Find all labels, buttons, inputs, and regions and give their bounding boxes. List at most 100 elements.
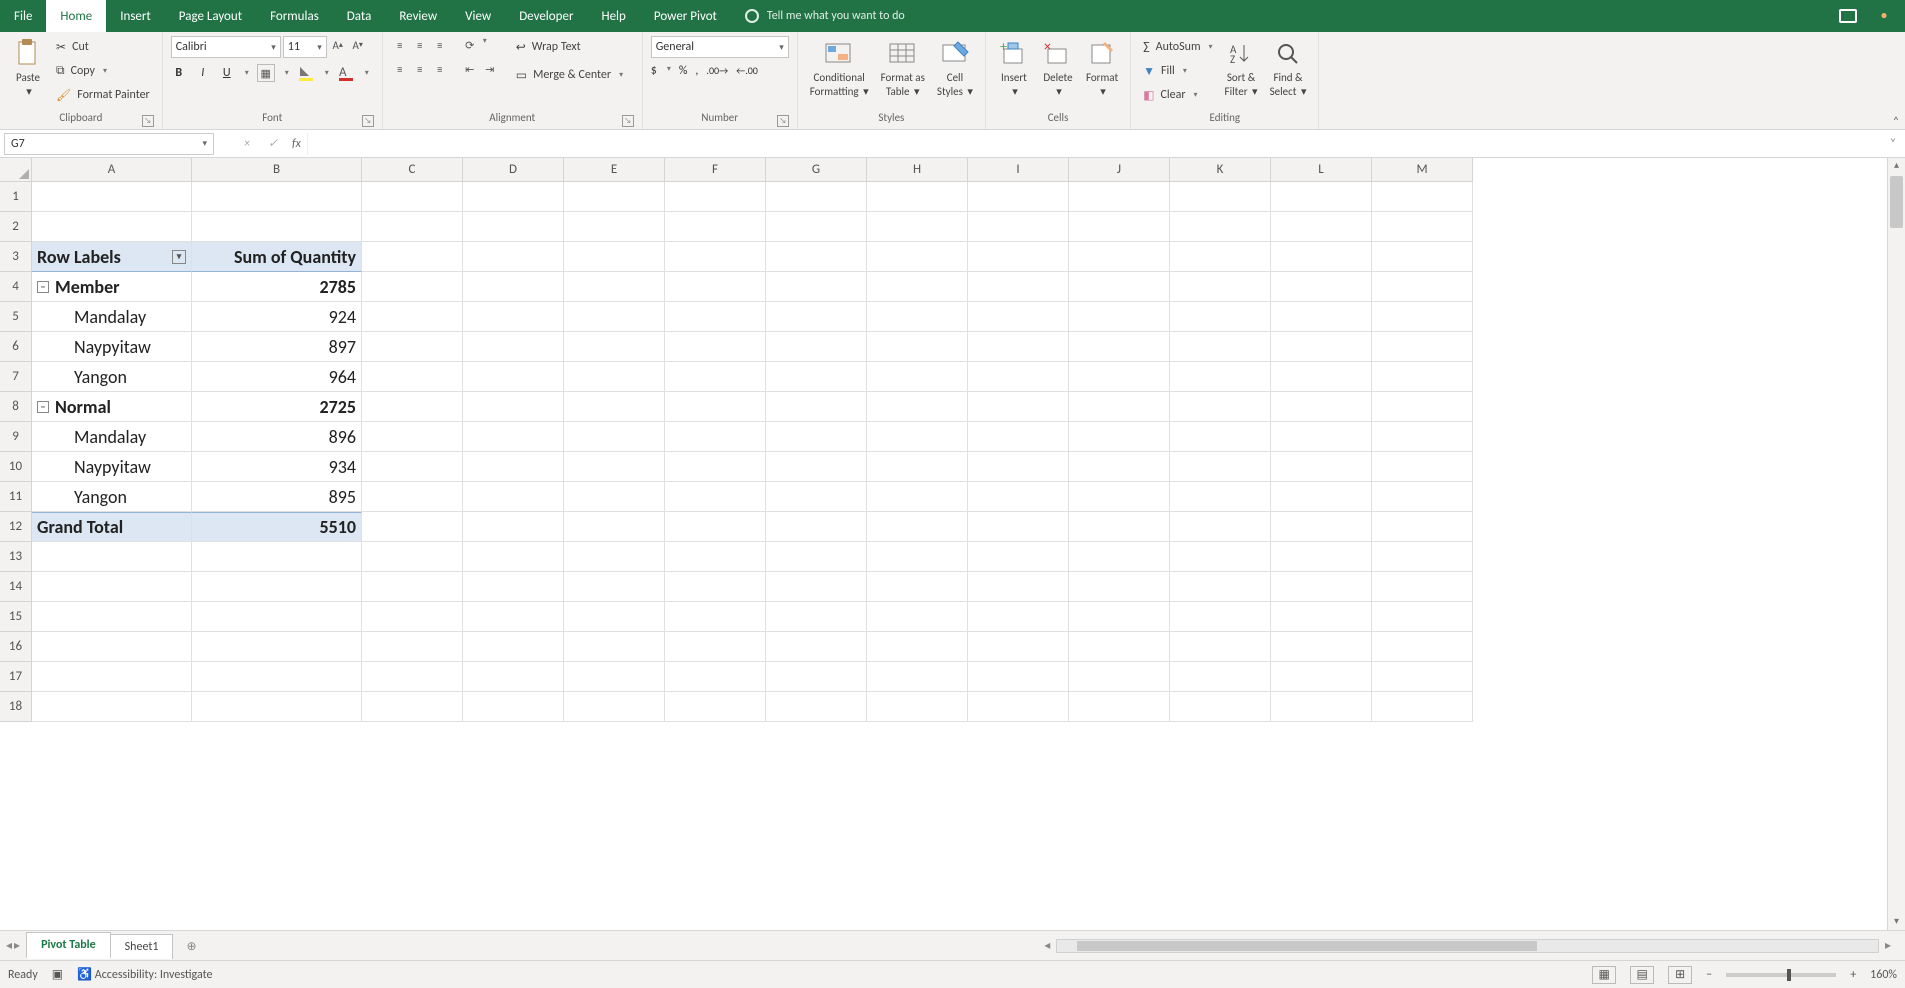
- new-sheet-button[interactable]: ⊕: [172, 934, 210, 959]
- cell[interactable]: [564, 242, 665, 272]
- col-header[interactable]: J: [1069, 158, 1170, 182]
- tab-view[interactable]: View: [451, 0, 505, 32]
- cell[interactable]: [192, 572, 362, 602]
- cell[interactable]: [1170, 392, 1271, 422]
- format-painter-button[interactable]: 🖌Format Painter: [52, 84, 154, 106]
- cell[interactable]: [1372, 482, 1473, 512]
- cell[interactable]: [1372, 212, 1473, 242]
- collapse-icon[interactable]: −: [37, 401, 49, 413]
- bold-button[interactable]: B: [171, 66, 187, 80]
- cell[interactable]: [1372, 542, 1473, 572]
- cell[interactable]: Naypyitaw: [32, 332, 192, 362]
- cell[interactable]: [867, 662, 968, 692]
- cell[interactable]: [766, 692, 867, 722]
- normal-view-icon[interactable]: ▦: [1592, 966, 1616, 984]
- alignment-dialog-icon[interactable]: ↘: [622, 115, 634, 127]
- cell[interactable]: [1271, 242, 1372, 272]
- cell[interactable]: [564, 362, 665, 392]
- cell[interactable]: [665, 422, 766, 452]
- cell[interactable]: [1372, 452, 1473, 482]
- cell[interactable]: [362, 242, 463, 272]
- row-header[interactable]: 6: [0, 332, 32, 362]
- cell[interactable]: [1170, 482, 1271, 512]
- cell[interactable]: [1170, 212, 1271, 242]
- cell[interactable]: [564, 452, 665, 482]
- cell[interactable]: Naypyitaw: [32, 452, 192, 482]
- paste-button[interactable]: Paste▾: [8, 36, 48, 100]
- fx-icon[interactable]: fx: [286, 137, 307, 151]
- cell[interactable]: [766, 272, 867, 302]
- zoom-in-icon[interactable]: +: [1850, 968, 1856, 982]
- cell[interactable]: [766, 602, 867, 632]
- cell[interactable]: [665, 572, 766, 602]
- row-header[interactable]: 2: [0, 212, 32, 242]
- cell[interactable]: [1170, 542, 1271, 572]
- cell[interactable]: [1271, 422, 1372, 452]
- cell[interactable]: [665, 392, 766, 422]
- cell[interactable]: [766, 632, 867, 662]
- cell[interactable]: [463, 302, 564, 332]
- cancel-formula-icon[interactable]: ×: [234, 137, 260, 151]
- cell[interactable]: [665, 302, 766, 332]
- cell[interactable]: 2725: [192, 392, 362, 422]
- cell[interactable]: [362, 602, 463, 632]
- cell[interactable]: [867, 512, 968, 542]
- cell[interactable]: [463, 242, 564, 272]
- cell[interactable]: [564, 482, 665, 512]
- horizontal-scrollbar[interactable]: ◂ ▸: [218, 938, 1897, 954]
- cell[interactable]: [564, 662, 665, 692]
- cell[interactable]: [968, 662, 1069, 692]
- cell[interactable]: [1271, 572, 1372, 602]
- cell[interactable]: [564, 212, 665, 242]
- cell[interactable]: [968, 212, 1069, 242]
- cell[interactable]: [1170, 632, 1271, 662]
- cell[interactable]: [1069, 692, 1170, 722]
- accounting-format-icon[interactable]: $: [651, 64, 657, 78]
- pivot-values-header[interactable]: Sum of Quantity: [192, 242, 362, 272]
- cell[interactable]: [32, 632, 192, 662]
- cell[interactable]: [32, 542, 192, 572]
- cell[interactable]: [362, 362, 463, 392]
- cell[interactable]: [1271, 302, 1372, 332]
- cell[interactable]: [867, 602, 968, 632]
- cell[interactable]: [1372, 572, 1473, 602]
- cell[interactable]: [564, 632, 665, 662]
- worksheet-grid[interactable]: A B C D E F G H I J K L M 1 2 3 Row Labe…: [0, 158, 1905, 930]
- cell[interactable]: [1069, 662, 1170, 692]
- cell[interactable]: [1069, 602, 1170, 632]
- cell[interactable]: [766, 212, 867, 242]
- tab-page-layout[interactable]: Page Layout: [165, 0, 256, 32]
- cell[interactable]: Yangon: [32, 482, 192, 512]
- number-dialog-icon[interactable]: ↘: [777, 115, 789, 127]
- cell[interactable]: [867, 482, 968, 512]
- cell[interactable]: [1372, 692, 1473, 722]
- cell[interactable]: Mandalay: [32, 422, 192, 452]
- clipboard-dialog-icon[interactable]: ↘: [142, 115, 154, 127]
- fill-color-button[interactable]: [297, 64, 315, 82]
- cell[interactable]: [463, 512, 564, 542]
- pivot-group-member[interactable]: −Member: [32, 272, 192, 302]
- cell[interactable]: [564, 512, 665, 542]
- row-header[interactable]: 16: [0, 632, 32, 662]
- cell[interactable]: [192, 662, 362, 692]
- cell[interactable]: [1170, 272, 1271, 302]
- cell[interactable]: [362, 182, 463, 212]
- cell[interactable]: [867, 392, 968, 422]
- cell[interactable]: [463, 692, 564, 722]
- cell[interactable]: [463, 272, 564, 302]
- autosum-button[interactable]: ∑AutoSum▾: [1139, 36, 1216, 58]
- row-header[interactable]: 13: [0, 542, 32, 572]
- cell[interactable]: [968, 572, 1069, 602]
- collapse-icon[interactable]: −: [37, 281, 49, 293]
- tab-home[interactable]: Home: [46, 0, 106, 32]
- cell[interactable]: [192, 632, 362, 662]
- sheet-nav-first-icon[interactable]: ◂: [6, 938, 12, 953]
- cell[interactable]: [32, 182, 192, 212]
- cell[interactable]: [766, 392, 867, 422]
- cell[interactable]: [463, 632, 564, 662]
- conditional-formatting-button[interactable]: ConditionalFormatting ▾: [806, 36, 873, 100]
- row-header[interactable]: 17: [0, 662, 32, 692]
- cell[interactable]: [1372, 302, 1473, 332]
- col-header[interactable]: G: [766, 158, 867, 182]
- col-header[interactable]: F: [665, 158, 766, 182]
